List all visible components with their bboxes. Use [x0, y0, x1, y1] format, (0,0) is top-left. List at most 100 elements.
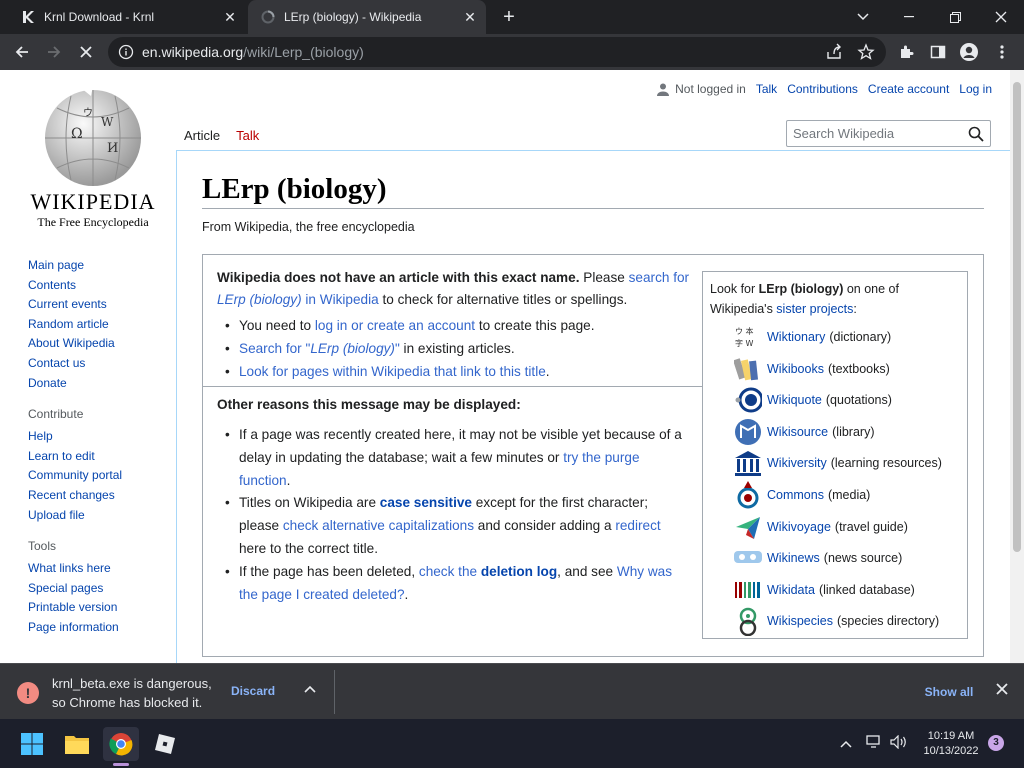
sister-project-link[interactable]: Wikisource: [767, 425, 828, 439]
chevron-up-icon[interactable]: [304, 682, 316, 696]
system-clock[interactable]: 10:19 AM 10/13/2022: [918, 729, 984, 759]
sidebar-item[interactable]: Contents: [28, 276, 168, 296]
show-hidden-icons-icon[interactable]: [840, 735, 852, 751]
page-scrollbar[interactable]: [1010, 70, 1024, 663]
close-tab-icon[interactable]: ✕: [460, 7, 480, 27]
alt-capitalizations-link[interactable]: check alternative capitalizations: [283, 518, 474, 533]
commons-icon[interactable]: [733, 480, 763, 510]
sister-project-link[interactable]: Wikiquote: [767, 393, 822, 407]
file-explorer-icon[interactable]: [59, 727, 95, 761]
clock-time: 10:19 AM: [927, 730, 975, 742]
search-existing-link[interactable]: Search for "LErp (biology)": [239, 341, 400, 356]
wikispecies-icon[interactable]: [733, 606, 763, 637]
restore-button[interactable]: [932, 0, 978, 34]
back-button[interactable]: [10, 40, 34, 64]
deletion-log-link[interactable]: check the deletion log: [419, 564, 557, 579]
tab-article[interactable]: Article: [176, 118, 229, 150]
sidebar-item[interactable]: Community portal: [28, 466, 168, 486]
other-reasons-heading: Other reasons this message may be displa…: [217, 397, 521, 412]
sidebar-item[interactable]: Main page: [28, 256, 168, 276]
volume-icon[interactable]: [890, 734, 908, 752]
side-panel-icon[interactable]: [926, 40, 950, 64]
roblox-icon[interactable]: [147, 727, 183, 761]
sister-project-link[interactable]: Commons: [767, 488, 824, 502]
sidebar-item[interactable]: What links here: [28, 559, 168, 579]
wikiquote-icon[interactable]: [733, 385, 763, 415]
close-tab-icon[interactable]: ✕: [220, 7, 240, 27]
list-text: , and see: [557, 563, 617, 579]
contributions-link[interactable]: Contributions: [787, 82, 858, 96]
wikiversity-icon[interactable]: [733, 448, 763, 478]
sister-project-description: (quotations): [825, 393, 892, 408]
krnl-favicon-icon: [20, 9, 36, 25]
close-shelf-icon[interactable]: [996, 682, 1008, 700]
sidebar-item[interactable]: Help: [28, 427, 168, 447]
login-create-link[interactable]: log in or create an account: [315, 318, 475, 333]
sister-projects-link[interactable]: sister projects: [776, 302, 853, 316]
network-icon[interactable]: [866, 735, 882, 752]
scrollbar-thumb[interactable]: [1013, 82, 1021, 552]
sidebar-item[interactable]: Contact us: [28, 354, 168, 374]
sidebar-item[interactable]: Random article: [28, 315, 168, 335]
discard-button[interactable]: Discard: [231, 684, 275, 698]
stop-loading-button[interactable]: [74, 40, 98, 64]
sidebar-item[interactable]: Special pages: [28, 579, 168, 599]
sister-project-link[interactable]: Wikinews: [767, 551, 820, 565]
wiktionary-icon[interactable]: ウ 本字 W: [733, 322, 763, 352]
what-links-here-link[interactable]: Look for pages within Wikipedia that lin…: [239, 364, 546, 379]
close-window-button[interactable]: [978, 0, 1024, 34]
redirect-link[interactable]: redirect: [615, 518, 660, 533]
address-bar[interactable]: en.wikipedia.org/wiki/Lerp_(biology): [108, 37, 886, 67]
new-tab-button[interactable]: +: [498, 7, 520, 29]
list-text: .: [286, 472, 291, 488]
sidebar-item[interactable]: About Wikipedia: [28, 334, 168, 354]
sister-project-link[interactable]: Wiktionary: [767, 330, 825, 344]
svg-text:W: W: [101, 115, 114, 129]
case-sensitive-link[interactable]: case sensitive: [380, 495, 472, 510]
sister-project-link[interactable]: Wikispecies: [767, 614, 833, 628]
sister-project-link[interactable]: Wikibooks: [767, 362, 824, 376]
tab-krnl[interactable]: Krnl Download - Krnl ✕: [8, 0, 246, 34]
forward-button[interactable]: [42, 40, 66, 64]
sidebar-item[interactable]: Donate: [28, 374, 168, 394]
sister-project-link[interactable]: Wikidata: [767, 583, 815, 597]
sidebar-item[interactable]: Current events: [28, 295, 168, 315]
search-input[interactable]: [787, 121, 957, 146]
extensions-icon[interactable]: [894, 40, 918, 64]
search-icon[interactable]: [968, 126, 984, 142]
download-warning[interactable]: krnl_beta.exe is dangerous, so Chrome ha…: [52, 674, 222, 712]
notice-lead: Wikipedia does not have an article with …: [217, 267, 691, 311]
start-windows-icon[interactable]: [14, 727, 50, 761]
user-talk-link[interactable]: Talk: [756, 82, 777, 96]
wikisource-icon[interactable]: [733, 417, 763, 447]
sidebar-item[interactable]: Recent changes: [28, 486, 168, 506]
show-all-button[interactable]: Show all: [918, 678, 980, 706]
sidebar-item[interactable]: Learn to edit: [28, 447, 168, 467]
tab-search-icon[interactable]: [840, 0, 886, 34]
log-in-link[interactable]: Log in: [959, 82, 992, 96]
bookmark-star-icon[interactable]: [857, 43, 875, 64]
sidebar-item[interactable]: Upload file: [28, 506, 168, 526]
chrome-taskbar-icon[interactable]: [103, 727, 139, 761]
wikibooks-icon[interactable]: [733, 354, 763, 384]
tab-talk[interactable]: Talk: [228, 118, 267, 150]
notification-badge[interactable]: 3: [988, 735, 1004, 751]
sidebar-item[interactable]: Printable version: [28, 598, 168, 618]
browser-toolbar: en.wikipedia.org/wiki/Lerp_(biology): [0, 34, 1024, 70]
sister-project-link[interactable]: Wikiversity: [767, 456, 827, 470]
wikivoyage-icon[interactable]: [733, 512, 763, 542]
site-info-icon[interactable]: [118, 44, 134, 63]
minimize-button[interactable]: [886, 0, 932, 34]
sidebar-item[interactable]: Page information: [28, 618, 168, 638]
profile-avatar-icon[interactable]: [957, 40, 981, 64]
share-icon[interactable]: [825, 43, 843, 64]
notice-lead-bold: Wikipedia does not have an article with …: [217, 270, 580, 285]
wikinews-icon[interactable]: [733, 543, 763, 573]
wikidata-icon[interactable]: [733, 575, 763, 605]
sister-project-link[interactable]: Wikivoyage: [767, 520, 831, 534]
chrome-menu-icon[interactable]: [990, 40, 1014, 64]
create-account-link[interactable]: Create account: [868, 82, 949, 96]
divider: [203, 386, 702, 387]
tab-wikipedia[interactable]: LErp (biology) - Wikipedia ✕: [248, 0, 486, 34]
wikipedia-logo[interactable]: Ω W И ウ WIKIPEDIA The Free Encyclopedia: [28, 86, 158, 230]
